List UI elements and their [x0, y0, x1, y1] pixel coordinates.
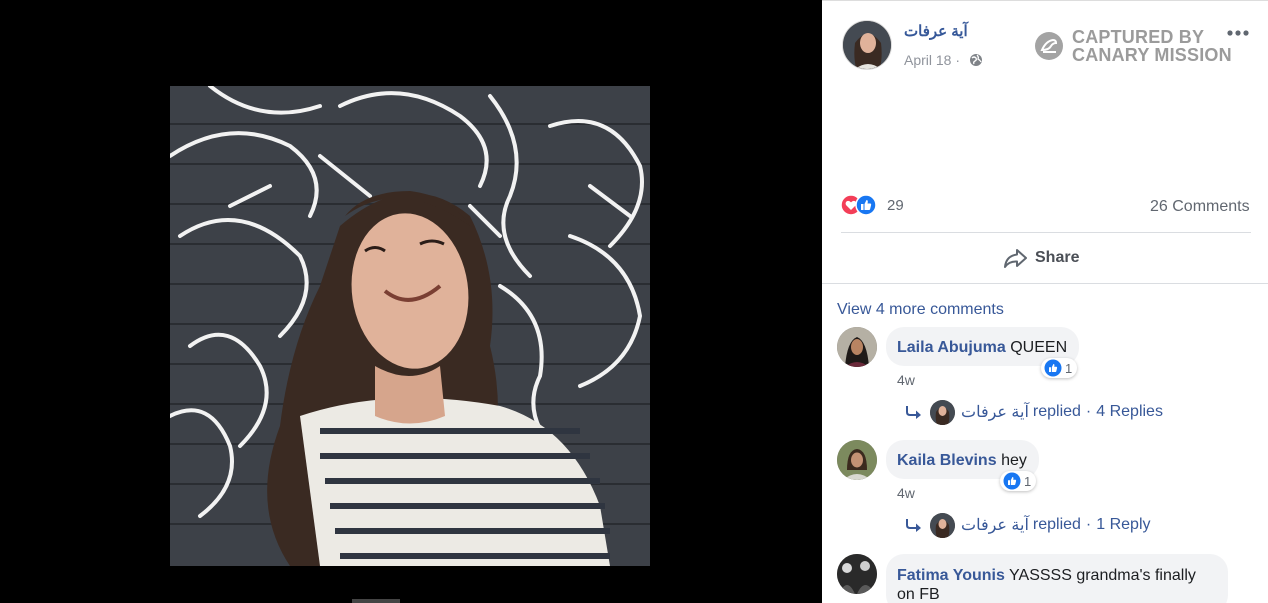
reply-action: replied: [1032, 403, 1081, 420]
more-options-icon[interactable]: [1227, 27, 1249, 39]
reply-avatar: [930, 512, 955, 538]
share-label: Share: [1035, 249, 1080, 266]
reply-author-name: آية عرفات: [961, 404, 1029, 421]
comments-count-link[interactable]: 26 Comments: [1150, 198, 1250, 216]
reactions-summary[interactable]: 29: [840, 194, 960, 218]
canary-mission-logo-icon: [1035, 32, 1063, 60]
reply-avatar-image: [930, 512, 955, 538]
post-side-panel: آية عرفات April 18 · CAPTURED BY CANARY …: [822, 0, 1268, 603]
photo-viewer: [0, 0, 822, 603]
author-avatar[interactable]: [842, 20, 892, 70]
commenter-avatar[interactable]: [837, 440, 877, 480]
photo-illustration: [170, 86, 650, 566]
post-date-row[interactable]: April 18 ·: [904, 52, 960, 68]
comment-time[interactable]: 4w: [897, 372, 915, 388]
reply-arrow-icon: [906, 519, 921, 532]
like-icon: [1044, 359, 1062, 377]
reply-avatar-image: [930, 399, 955, 425]
share-button[interactable]: Share: [1002, 245, 1092, 273]
post-date[interactable]: April 18: [904, 52, 951, 68]
author-avatar-image: [843, 21, 891, 69]
replies-link[interactable]: آية عرفات replied · 1 Reply: [906, 512, 1151, 538]
reply-separator: ·: [1085, 403, 1092, 420]
comment-bubble: Fatima Younis YASSSS grandma's finally o…: [886, 554, 1228, 603]
commenter-avatar-image: [837, 440, 877, 480]
commenter-name[interactable]: Laila Abujuma: [897, 339, 1006, 356]
comment-like-count: 1: [1024, 473, 1032, 489]
share-icon: [1004, 249, 1027, 268]
watermark: CAPTURED BY CANARY MISSION: [1034, 27, 1234, 68]
like-icon: [1003, 472, 1021, 490]
post-photo[interactable]: [170, 86, 650, 566]
comments-section: View 4 more comments Laila Abujuma QUEEN: [822, 283, 1268, 603]
like-icon: [855, 194, 877, 216]
reply-avatar: [930, 399, 955, 425]
reply-count[interactable]: 4 Replies: [1096, 403, 1163, 421]
commenter-avatar[interactable]: [837, 327, 877, 367]
comment-like-count: 1: [1065, 360, 1073, 376]
date-separator: ·: [955, 52, 961, 68]
author-name-link[interactable]: آية عرفات: [904, 22, 968, 40]
replies-link[interactable]: آية عرفات replied · 4 Replies: [906, 399, 1163, 425]
commenter-name[interactable]: Kaila Blevins: [897, 452, 997, 469]
view-more-comments-link[interactable]: View 4 more comments: [837, 301, 1004, 319]
globe-icon[interactable]: [969, 53, 983, 67]
commenter-avatar[interactable]: [837, 554, 877, 594]
reply-separator: ·: [1085, 516, 1092, 533]
reply-action: replied: [1032, 516, 1081, 533]
viewer-scroll-indicator: [352, 599, 400, 603]
panel-divider: [822, 0, 1268, 1]
reply-count[interactable]: 1 Reply: [1096, 516, 1150, 534]
comment-time[interactable]: 4w: [897, 485, 915, 501]
commenter-avatar-image: [837, 554, 877, 594]
commenter-avatar-image: [837, 327, 877, 367]
reply-author-name: آية عرفات: [961, 517, 1029, 534]
actions-divider: [841, 232, 1251, 233]
reaction-count: 29: [887, 197, 904, 214]
comment-like-badge[interactable]: 1: [1000, 471, 1037, 491]
reply-arrow-icon: [906, 406, 921, 419]
watermark-line-2: CANARY MISSION: [1072, 45, 1232, 65]
comment-like-badge[interactable]: 1: [1041, 358, 1078, 378]
comment-text: QUEEN: [1010, 339, 1068, 356]
commenter-name[interactable]: Fatima Younis: [897, 567, 1005, 584]
comment-text: hey: [1001, 452, 1027, 469]
